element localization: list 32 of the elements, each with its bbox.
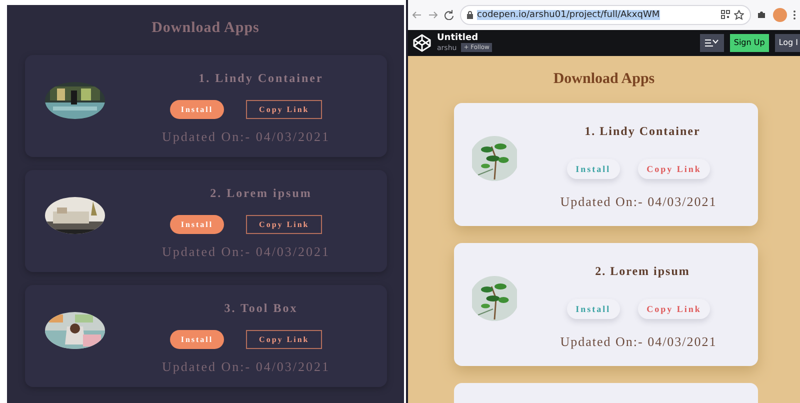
qr-code-icon[interactable] (721, 10, 730, 20)
star-icon[interactable] (734, 10, 744, 20)
layout-button[interactable] (700, 34, 724, 52)
copy-link-button[interactable]: Copy Link (246, 215, 322, 234)
copy-link-button[interactable]: Copy Link (638, 159, 710, 179)
forward-icon[interactable] (428, 10, 438, 20)
pen-title: Untitled (437, 33, 480, 44)
app-title: 3. Tool Box (224, 301, 298, 316)
sign-up-button[interactable]: Sign Up (730, 34, 769, 52)
updated-date: Updated On:- 04/03/2021 (162, 129, 330, 145)
cube-logo-icon[interactable] (413, 34, 431, 52)
copy-link-button[interactable]: Copy Link (638, 299, 710, 319)
updated-date: Updated On:- 04/03/2021 (560, 194, 717, 210)
reload-icon[interactable] (444, 10, 454, 20)
lock-icon (467, 10, 473, 19)
menu-icon[interactable] (793, 10, 796, 20)
page-heading: Download Apps (150, 20, 260, 37)
app-title: 1. Lindy Container (198, 71, 324, 86)
puzzle-piece-icon[interactable] (757, 10, 767, 20)
page-heading: Download Apps (552, 71, 656, 88)
copy-link-button[interactable]: Copy Link (246, 330, 322, 349)
log-in-button[interactable]: Log I (774, 34, 800, 52)
app-title: 1. Lindy Container (584, 124, 700, 139)
copy-link-button[interactable]: Copy Link (246, 100, 322, 119)
address-bar[interactable]: codepen.io/arshu01/project/full/AkxqWM (460, 4, 751, 25)
list-icon (704, 38, 719, 47)
app-title: 2. Lorem ipsum (595, 264, 690, 279)
updated-date: Updated On:- 04/03/2021 (162, 359, 330, 375)
app-title: 2. Lorem ipsum (210, 186, 312, 201)
updated-date: Updated On:- 04/03/2021 (560, 334, 717, 350)
updated-date: Updated On:- 04/03/2021 (162, 244, 330, 260)
back-icon[interactable] (412, 10, 422, 20)
